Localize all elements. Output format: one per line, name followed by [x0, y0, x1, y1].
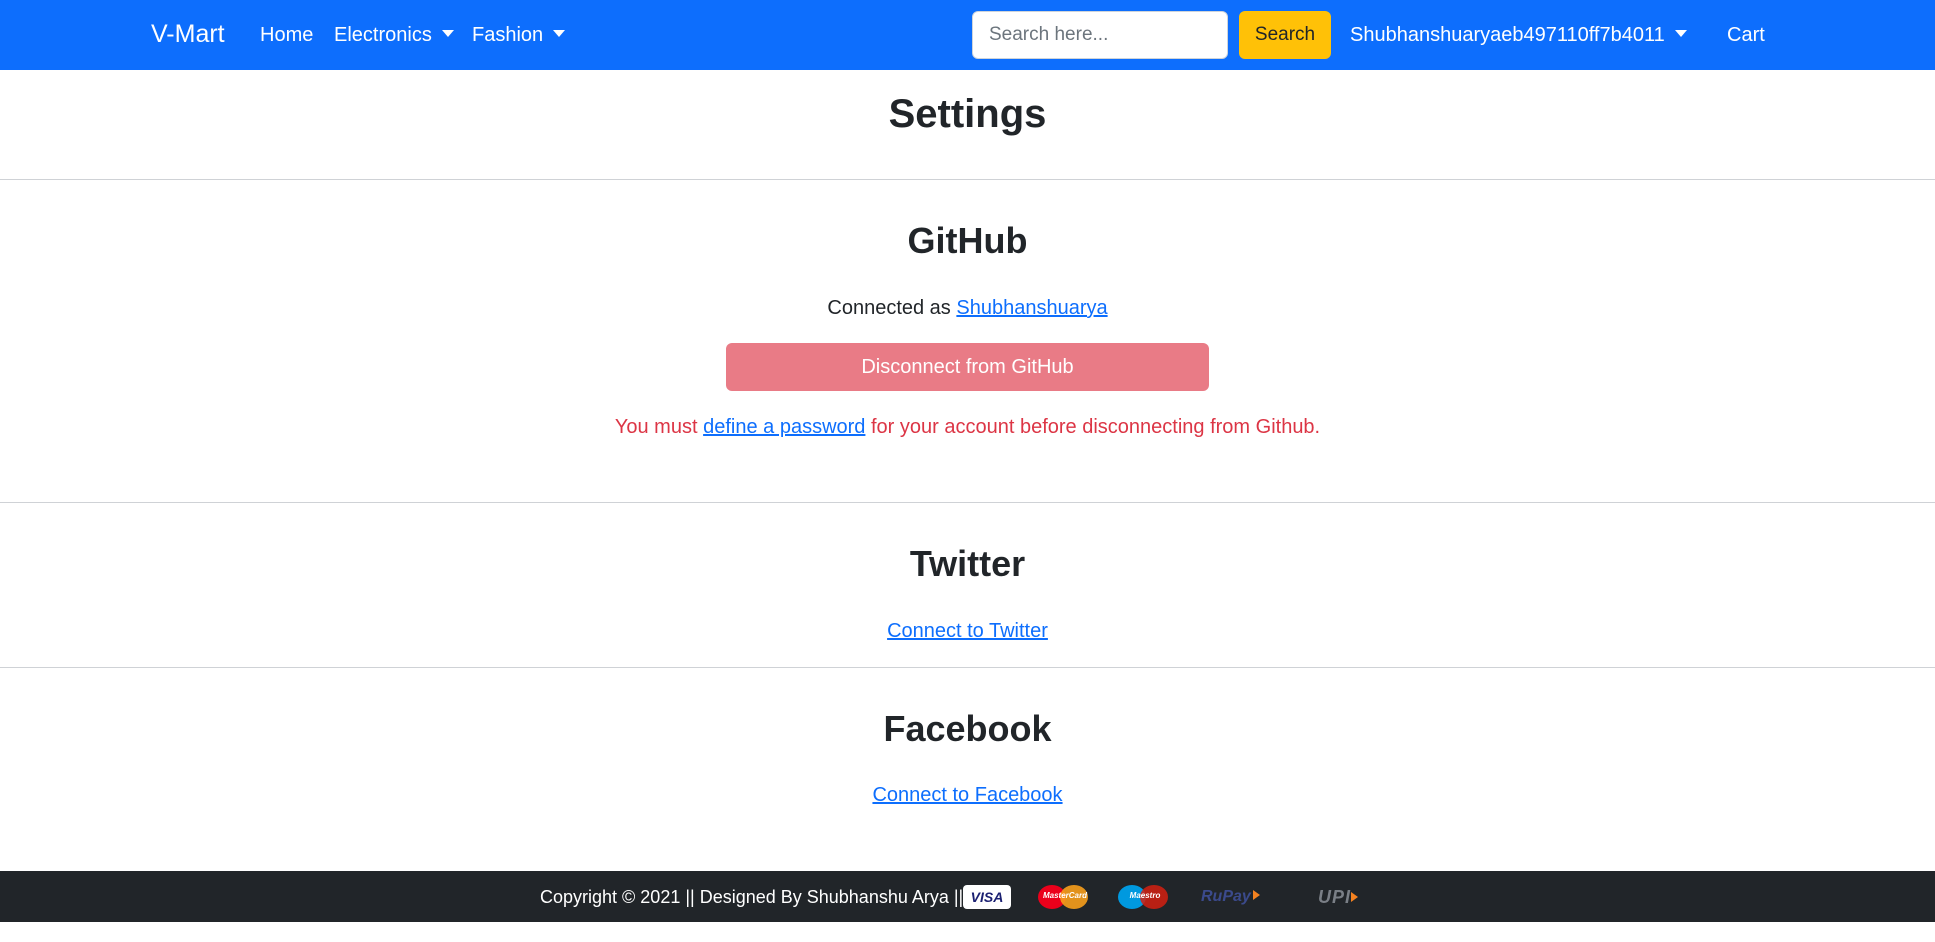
rupay-icon: RuPay	[1201, 885, 1283, 909]
github-title: GitHub	[907, 220, 1028, 261]
visa-icon: VISA	[963, 885, 1011, 909]
brand-logo[interactable]: V-Mart	[151, 20, 225, 49]
user-menu-label: Shubhanshuaryaeb497110ff7b4011	[1350, 24, 1665, 46]
user-menu[interactable]: Shubhanshuaryaeb497110ff7b4011	[1350, 24, 1687, 47]
disconnect-github-button[interactable]: Disconnect from GitHub	[726, 343, 1209, 391]
nav-item-home[interactable]: Home	[260, 24, 313, 47]
facebook-connect-wrap: Connect to Facebook	[0, 784, 1935, 807]
chevron-down-icon	[553, 30, 566, 37]
footer: Copyright © 2021 || Designed By Shubhans…	[0, 871, 1935, 922]
github-username-link[interactable]: Shubhanshuarya	[956, 297, 1107, 319]
github-title-wrap: GitHub	[0, 220, 1935, 262]
footer-copyright: Copyright © 2021 || Designed By Shubhans…	[540, 887, 964, 907]
divider	[0, 667, 1935, 668]
facebook-title-wrap: Facebook	[0, 708, 1935, 750]
cart-link[interactable]: Cart	[1727, 24, 1765, 47]
nav-item-fashion[interactable]: Fashion	[472, 24, 566, 47]
search-button[interactable]: Search	[1239, 11, 1331, 59]
search-input[interactable]	[972, 11, 1228, 59]
connected-as-label: Connected as	[827, 297, 951, 319]
define-password-link[interactable]: define a password	[703, 416, 865, 438]
warning-prefix: You must	[614, 416, 698, 438]
divider	[0, 502, 1935, 503]
nav-item-label: Electronics	[334, 24, 432, 46]
divider	[0, 179, 1935, 180]
maestro-icon: Maestro	[1118, 885, 1172, 909]
nav-item-electronics[interactable]: Electronics	[334, 24, 454, 47]
page-header: Settings	[0, 92, 1935, 137]
twitter-title: Twitter	[909, 543, 1026, 584]
twitter-connect-wrap: Connect to Twitter	[0, 620, 1935, 643]
facebook-title: Facebook	[883, 708, 1052, 749]
connect-twitter-link[interactable]: Connect to Twitter	[887, 620, 1048, 642]
warning-suffix: for your account before disconnecting fr…	[870, 416, 1321, 438]
upi-icon: UPI	[1318, 885, 1392, 909]
mastercard-icon: MasterCard	[1038, 885, 1092, 909]
page-title: Settings	[888, 92, 1047, 136]
twitter-title-wrap: Twitter	[0, 543, 1935, 585]
connect-facebook-link[interactable]: Connect to Facebook	[872, 784, 1062, 806]
chevron-down-icon	[441, 30, 454, 37]
github-connected-line: Connected as Shubhanshuarya	[0, 297, 1935, 320]
navbar: V-Mart Home Electronics Fashion Search S…	[0, 0, 1935, 70]
chevron-down-icon	[1674, 30, 1687, 37]
github-warning: You must define a password for your acco…	[0, 416, 1935, 439]
nav-item-label: Fashion	[472, 24, 544, 46]
